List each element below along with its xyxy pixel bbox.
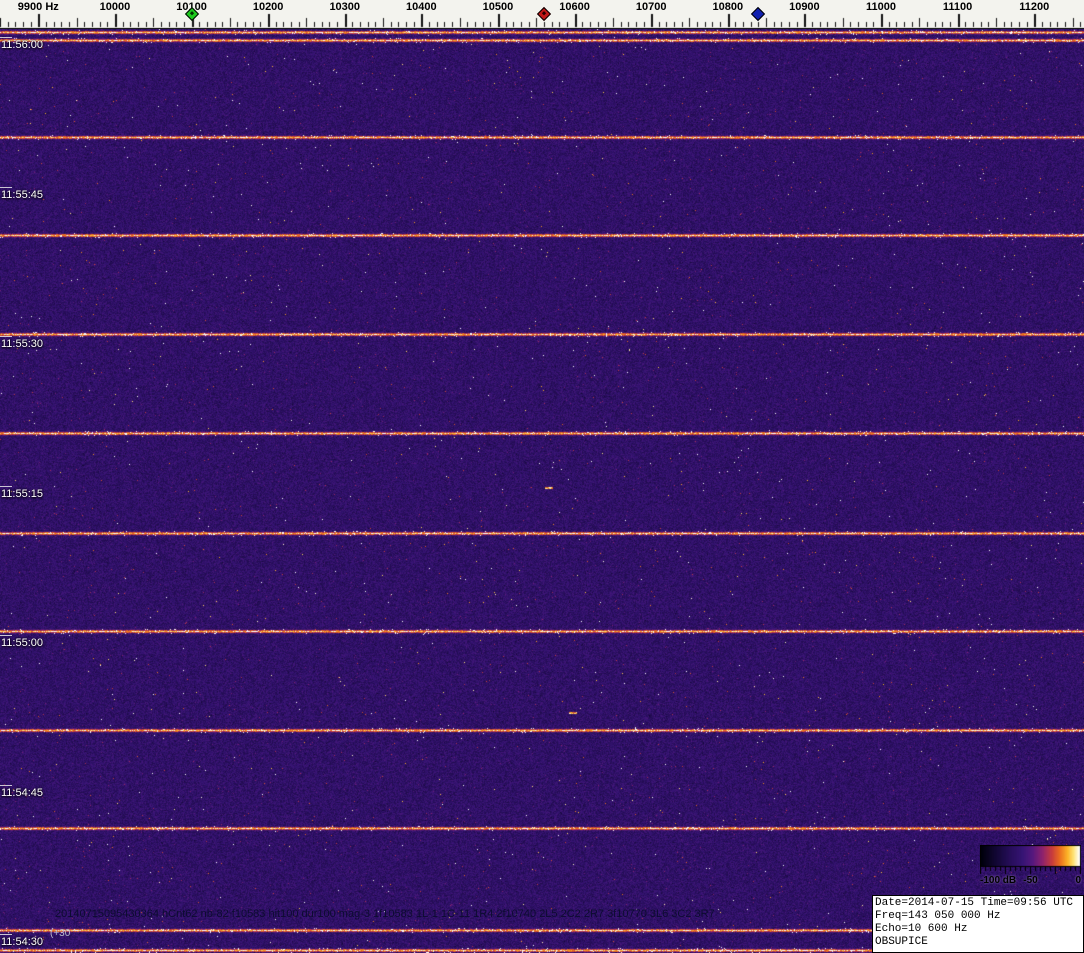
db-colorbar-legend: -100 dB -50 0: [980, 845, 1081, 887]
waterfall-spectrogram[interactable]: [0, 29, 1084, 953]
cursor-offset-label: (+30: [50, 928, 70, 939]
db-mid-label: -50: [1023, 875, 1037, 886]
db-gradient-bar: [980, 845, 1081, 875]
marker-dot: [189, 11, 193, 15]
detection-metadata-line: 20140715095430364 hCnt62 nb-82 f10583 hi…: [55, 908, 715, 920]
info-station: OBSUPICE: [875, 936, 1081, 949]
db-max-label: 0: [1075, 875, 1081, 886]
marker-dot: [756, 11, 760, 15]
info-date-time: Date=2014-07-15 Time=09:56 UTC: [875, 897, 1081, 910]
marker-dot: [542, 11, 546, 15]
db-min-label: -100 dB: [980, 875, 1016, 886]
db-scale-labels: -100 dB -50 0: [980, 875, 1081, 887]
info-frequency: Freq=143 050 000 Hz: [875, 910, 1081, 923]
spectrogram-screen: 9900 Hz100001010010200103001040010500106…: [0, 0, 1084, 953]
station-info-box: Date=2014-07-15 Time=09:56 UTC Freq=143 …: [872, 895, 1084, 953]
info-echo: Echo=10 600 Hz: [875, 923, 1081, 936]
